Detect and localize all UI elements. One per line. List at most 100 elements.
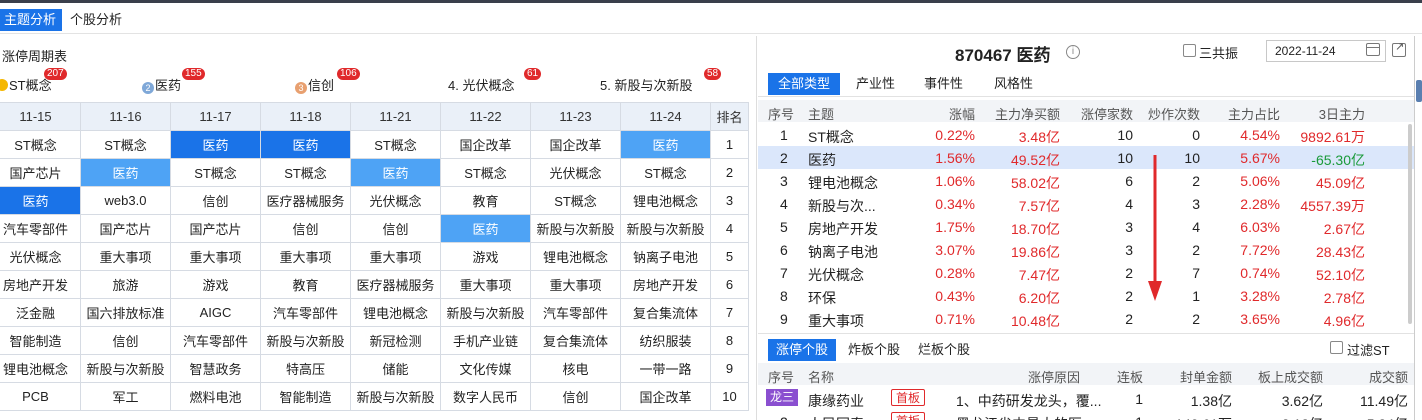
theme-cell[interactable]: AIGC — [170, 298, 261, 327]
stock-row[interactable]: 2 人民同泰 首板 黑龙江省内最大的医... 1 140.61万 2.12亿 5.34亿 — [758, 410, 1414, 420]
theme-cell[interactable]: 信创 — [80, 326, 171, 355]
theme-cell[interactable]: 智能制造 — [260, 382, 351, 411]
theme-cell[interactable]: 医药 — [620, 130, 711, 159]
theme-cell[interactable]: 国产芯片 — [0, 158, 81, 187]
theme-cell[interactable]: 医药 — [170, 130, 261, 159]
theme-cell[interactable]: 国企改革 — [530, 130, 621, 159]
theme-cell[interactable]: 信创 — [350, 214, 441, 243]
theme-cell[interactable]: 新股与次新股 — [620, 214, 711, 243]
theme-cell[interactable]: 燃料电池 — [170, 382, 261, 411]
theme-cell[interactable]: 信创 — [170, 186, 261, 215]
theme-cell[interactable]: ST概念 — [0, 130, 81, 159]
theme-cell[interactable]: 智能制造 — [0, 326, 81, 355]
theme-cell[interactable]: 新股与次新股 — [260, 326, 351, 355]
theme-cell[interactable]: 国企改革 — [620, 382, 711, 411]
theme-cell[interactable]: 汽车零部件 — [530, 298, 621, 327]
stock-col-header[interactable]: 名称 — [808, 367, 834, 386]
sangong-checkbox[interactable] — [1183, 44, 1196, 57]
theme-cell[interactable]: 重大事项 — [170, 242, 261, 271]
theme-cell[interactable]: 新股与次新股 — [530, 214, 621, 243]
theme-cell[interactable]: 信创 — [530, 382, 621, 411]
theme-cell[interactable]: 医药 — [350, 158, 441, 187]
stock-col-header[interactable]: 封单金额 — [1180, 367, 1232, 386]
theme-col-header[interactable]: 主题 — [808, 104, 834, 123]
theme-cell[interactable]: 数字人民币 — [440, 382, 531, 411]
theme-cell[interactable]: 新股与次新股 — [350, 382, 441, 411]
theme-cell[interactable]: 国产芯片 — [170, 214, 261, 243]
theme-cell[interactable]: 锂电池概念 — [350, 298, 441, 327]
external-link-icon[interactable] — [1392, 40, 1406, 57]
theme-cell[interactable]: ST概念 — [170, 158, 261, 187]
stock-row[interactable]: 龙三 康缘药业 首板 1、中药研发龙头，覆... 1 1.38亿 3.62亿 11.49亿 — [758, 387, 1414, 409]
theme-cell[interactable]: 汽车零部件 — [0, 214, 81, 243]
theme-cell[interactable]: 重大事项 — [80, 242, 171, 271]
type-tab-event[interactable]: 事件性 — [914, 73, 973, 95]
theme-col-header[interactable]: 涨停家数 — [1081, 104, 1133, 123]
type-tab-style[interactable]: 风格性 — [984, 73, 1043, 95]
theme-cell[interactable]: PCB — [0, 382, 81, 411]
stock-col-header[interactable]: 连板 — [1117, 367, 1143, 386]
theme-cell[interactable]: ST概念 — [620, 158, 711, 187]
theme-cell[interactable]: 重大事项 — [440, 270, 531, 299]
theme-cell[interactable]: 光伏概念 — [530, 158, 621, 187]
side-handle[interactable] — [1416, 80, 1422, 102]
category-rank-2[interactable]: 2 医药 155 — [142, 68, 205, 94]
theme-cell[interactable]: 军工 — [80, 382, 171, 411]
theme-cell[interactable]: 医药 — [0, 186, 81, 215]
theme-cell[interactable]: 钠离子电池 — [620, 242, 711, 271]
theme-table-scrollbar[interactable] — [1408, 124, 1412, 324]
theme-cell[interactable]: 医疗器械服务 — [350, 270, 441, 299]
theme-cell[interactable]: 汽车零部件 — [260, 298, 351, 327]
theme-row[interactable]: 8 环保 0.43% 6.20亿 2 1 3.28% 2.78亿 — [758, 284, 1414, 307]
theme-cell[interactable]: 医药 — [440, 214, 531, 243]
theme-cell[interactable]: 智慧政务 — [170, 354, 261, 383]
theme-cell[interactable]: 汽车零部件 — [170, 326, 261, 355]
category-rank-5[interactable]: 5. 新股与次新股 58 — [600, 68, 722, 94]
info-icon[interactable]: i — [1066, 45, 1080, 59]
theme-cell[interactable]: 医药 — [260, 130, 351, 159]
category-rank-3[interactable]: 3 信创 106 — [295, 68, 360, 94]
theme-cell[interactable]: 游戏 — [170, 270, 261, 299]
stock-col-header[interactable]: 序号 — [768, 367, 794, 386]
calendar-icon[interactable] — [1366, 43, 1380, 56]
tab-broken-board-stocks[interactable]: 炸板个股 — [848, 339, 900, 361]
theme-cell[interactable]: ST概念 — [80, 130, 171, 159]
stock-col-header[interactable]: 涨停原因 — [1028, 367, 1080, 386]
stock-name[interactable]: 康缘药业 — [808, 391, 864, 411]
theme-cell[interactable]: 重大事项 — [260, 242, 351, 271]
type-tab-industry[interactable]: 产业性 — [846, 73, 905, 95]
theme-cell[interactable]: 纺织服装 — [620, 326, 711, 355]
tab-limit-up-stocks[interactable]: 涨停个股 — [768, 339, 837, 361]
theme-cell[interactable]: 储能 — [350, 354, 441, 383]
theme-cell[interactable]: 新冠检测 — [350, 326, 441, 355]
theme-cell[interactable]: 文化传媒 — [440, 354, 531, 383]
limit-up-reason[interactable]: 黑龙江省内最大的医... — [956, 414, 1094, 420]
theme-row[interactable]: 6 钠离子电池 3.07% 19.86亿 3 2 7.72% 28.43亿 — [758, 238, 1414, 261]
tab-stock-analysis[interactable]: 个股分析 — [64, 9, 128, 31]
theme-cell[interactable]: 新股与次新股 — [80, 354, 171, 383]
theme-row[interactable]: 2 医药 1.56% 49.52亿 10 10 5.67% -65.30亿 — [758, 146, 1414, 169]
theme-cell[interactable]: 旅游 — [80, 270, 171, 299]
theme-cell[interactable]: 国企改革 — [440, 130, 531, 159]
theme-cell[interactable]: 信创 — [260, 214, 351, 243]
theme-row[interactable]: 5 房地产开发 1.75% 18.70亿 3 4 6.03% 2.67亿 — [758, 215, 1414, 238]
theme-row[interactable]: 7 光伏概念 0.28% 7.47亿 2 7 0.74% 52.10亿 — [758, 261, 1414, 284]
theme-cell[interactable]: 复合集流体 — [530, 326, 621, 355]
filter-st-checkbox[interactable] — [1330, 341, 1343, 354]
theme-cell[interactable]: ST概念 — [440, 158, 531, 187]
stock-col-header[interactable]: 成交额 — [1369, 367, 1408, 386]
type-tab-all[interactable]: 全部类型 — [768, 73, 841, 95]
theme-cell[interactable]: 特高压 — [260, 354, 351, 383]
theme-cell[interactable]: 锂电池概念 — [530, 242, 621, 271]
theme-cell[interactable]: 重大事项 — [530, 270, 621, 299]
theme-col-header[interactable]: 主力净买额 — [995, 104, 1060, 123]
tab-theme-analysis[interactable]: 主题分析 — [0, 9, 63, 31]
theme-cell[interactable]: 游戏 — [440, 242, 531, 271]
theme-cell[interactable]: 复合集流体 — [620, 298, 711, 327]
theme-cell[interactable]: 教育 — [440, 186, 531, 215]
theme-cell[interactable]: 医疗器械服务 — [260, 186, 351, 215]
theme-cell[interactable]: 手机产业链 — [440, 326, 531, 355]
theme-cell[interactable]: 新股与次新股 — [440, 298, 531, 327]
theme-cell[interactable]: ST概念 — [350, 130, 441, 159]
theme-cell[interactable]: 光伏概念 — [0, 242, 81, 271]
